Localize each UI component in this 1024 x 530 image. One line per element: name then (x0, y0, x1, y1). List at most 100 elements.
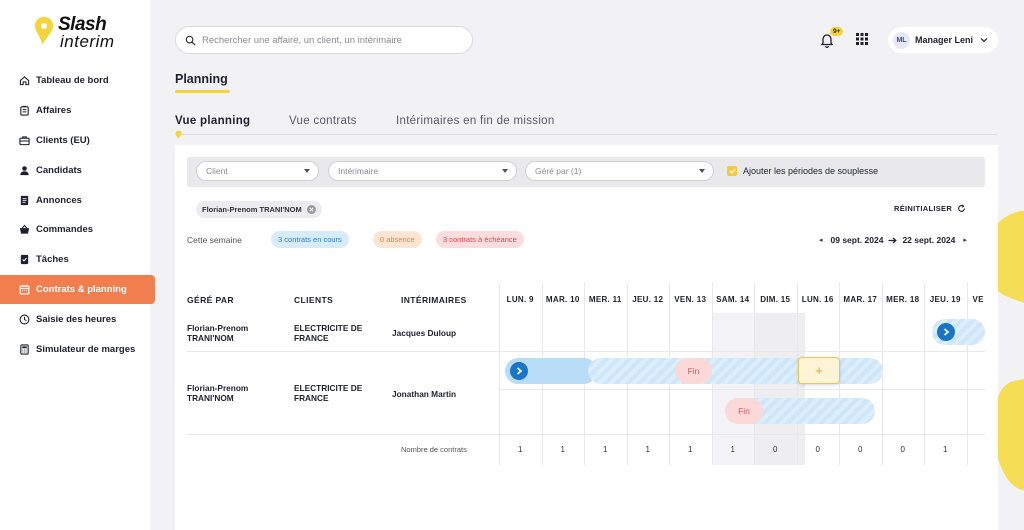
search-icon (185, 35, 196, 46)
page-title: Planning (175, 72, 228, 86)
sidebar-item-contrats-planning[interactable]: Contrats & planning (0, 274, 155, 305)
souplesse-label: Ajouter les périodes de souplesse (743, 166, 879, 176)
row-manager-line1: Florian-Prenom (187, 323, 249, 333)
date-range-navigator: ◂ 09 sept. 2024 22 sept. 2024 ▸ (819, 235, 967, 245)
day-header: VEN. 13 (674, 295, 707, 304)
interimaire-select-placeholder: Intérimaire (338, 166, 379, 176)
row-client: ELECTRICITE DE FRANCE (294, 383, 362, 403)
contract-end-marker[interactable]: Fin (725, 398, 763, 424)
notification-badge: 9+ (830, 27, 844, 36)
sidebar-item-simulateur-marges[interactable]: Simulateur de marges (0, 334, 155, 364)
day-header: LUN. 16 (801, 295, 834, 304)
absence-badge[interactable]: 0 absence (373, 231, 422, 248)
day-header: JEU. 19 (929, 295, 961, 304)
sidebar-item-label: Tâches (36, 254, 69, 266)
contract-count: 1 (943, 445, 948, 454)
row-divider (187, 351, 985, 352)
sidebar-item-label: Annonces (36, 194, 82, 206)
sidebar-item-commandes[interactable]: Commandes (0, 215, 155, 245)
sidebar-item-label: Affaires (36, 105, 72, 117)
gere-par-select-placeholder: Géré par (1) (535, 166, 582, 176)
sidebar-item-tableau-de-bord[interactable]: Tableau de bord (0, 66, 155, 96)
row-manager-line2: TRANI'NOM (187, 333, 234, 343)
user-menu[interactable]: ML Manager Leni (888, 27, 998, 53)
date-range-start: 09 sept. 2024 (830, 235, 884, 245)
column-header-interims[interactable]: INTÉRIMAIRES (401, 295, 467, 305)
tab-vue-planning[interactable]: Vue planning (175, 115, 250, 127)
check-icon (728, 168, 736, 174)
chevron-right-icon (943, 328, 949, 336)
sidebar-item-saisie-heures[interactable]: Saisie des heures (0, 304, 155, 334)
next-period-button[interactable]: ▸ (963, 236, 967, 244)
title-underline (175, 90, 230, 93)
day-header: DIM. 15 (760, 295, 791, 304)
week-label: Cette semaine (187, 235, 242, 245)
sidebar-item-candidats[interactable]: Candidats (0, 155, 155, 185)
caret-down-icon (304, 169, 310, 173)
tab-vue-contrats[interactable]: Vue contrats (289, 115, 357, 127)
sidebar-nav: Tableau de bord Affaires Clients (EU) Ca… (0, 66, 155, 364)
day-header: VE (972, 295, 984, 304)
sidebar-item-label: Tableau de bord (36, 75, 109, 87)
caret-down-icon (699, 169, 705, 173)
chevron-down-icon (980, 38, 988, 43)
close-icon (309, 207, 314, 212)
row-divider (187, 434, 985, 435)
row-manager-line1: Florian-Prenom (187, 383, 249, 393)
day-header: SAM. 14 (716, 295, 750, 304)
sidebar-item-taches[interactable]: Tâches (0, 245, 155, 275)
tab-bar: Vue planning Vue contrats Intérimaires e… (175, 115, 997, 135)
day-header: JEU. 12 (632, 295, 664, 304)
contract-count: 1 (688, 445, 693, 454)
chevron-right-icon (516, 367, 522, 375)
gere-par-select[interactable]: Géré par (1) (525, 161, 714, 181)
row-client-line1: ELECTRICITE DE (294, 323, 363, 333)
souplesse-checkbox[interactable] (727, 166, 737, 176)
row-client: ELECTRICITE DE FRANCE (294, 323, 362, 343)
contract-end-marker[interactable]: Fin (675, 358, 712, 384)
reset-button[interactable]: RÉINITIALISER (894, 204, 966, 213)
contract-start-button[interactable] (510, 362, 528, 380)
extend-contract-button[interactable]: + (798, 357, 840, 384)
contracts-due-badge[interactable]: 3 contrats à échéance (436, 231, 524, 248)
planning-card: Client Intérimaire Géré par (1) Ajouter … (175, 145, 998, 530)
caret-down-icon (502, 169, 508, 173)
sidebar-item-label: Clients (EU) (36, 134, 90, 146)
contract-count: 1 (518, 445, 523, 454)
search-input[interactable] (202, 34, 462, 46)
contract-count-label: Nombre de contrats (401, 445, 467, 454)
souplesse-option[interactable]: Ajouter les périodes de souplesse (727, 166, 878, 176)
contract-count: 1 (603, 445, 608, 454)
previous-period-button[interactable]: ◂ (819, 236, 823, 244)
sidebar-item-label: Candidats (36, 164, 82, 176)
sidebar-item-label: Saisie des heures (36, 313, 117, 325)
client-select[interactable]: Client (196, 161, 319, 181)
date-range-end: 22 sept. 2024 (902, 235, 956, 245)
search-bar[interactable] (175, 26, 473, 54)
active-tab-marker-icon (175, 130, 182, 140)
day-header: MAR. 10 (545, 295, 580, 304)
row-manager: Florian-Prenom TRANI'NOM (187, 383, 248, 403)
column-header-manager[interactable]: GÉRÉ PAR (187, 295, 234, 305)
grid-line (966, 283, 968, 465)
contract-start-button[interactable] (937, 323, 955, 341)
home-icon (18, 75, 30, 87)
interimaire-select[interactable]: Intérimaire (328, 161, 517, 181)
task-icon (18, 254, 30, 266)
sidebar-item-clients[interactable]: Clients (EU) (0, 126, 155, 156)
briefcase-icon (18, 134, 30, 146)
contract-count: 0 (773, 445, 778, 454)
apps-grid-icon[interactable] (856, 33, 868, 45)
chip-remove-button[interactable] (306, 205, 316, 214)
contracts-in-progress-badge[interactable]: 3 contrats en cours (271, 231, 349, 248)
tab-interimaires-fin-mission[interactable]: Intérimaires en fin de mission (396, 115, 555, 127)
row-divider (499, 389, 985, 390)
sidebar-item-annonces[interactable]: Annonces (0, 185, 155, 215)
sidebar: Slash interim Tableau de bord Affaires C… (0, 0, 155, 530)
brand-logo[interactable]: Slash interim (34, 14, 124, 54)
filter-chip-label: Florian-Prenom TRANI'NOM (202, 205, 302, 214)
sidebar-item-affaires[interactable]: Affaires (0, 96, 155, 126)
user-name: Manager Leni (915, 35, 974, 45)
column-header-clients[interactable]: CLIENTS (294, 295, 333, 305)
filter-bar: Client Intérimaire Géré par (1) Ajouter … (187, 157, 985, 187)
